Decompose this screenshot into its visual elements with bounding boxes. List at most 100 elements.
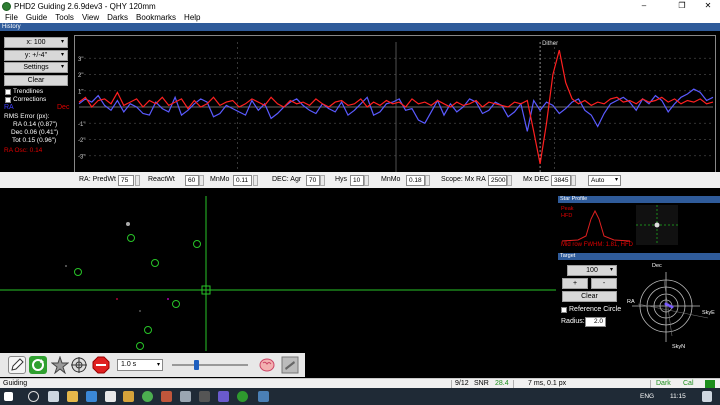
star-circle xyxy=(172,300,180,308)
settings-dropdown[interactable]: Settings ▾ xyxy=(4,62,68,73)
app-icon[interactable] xyxy=(161,391,172,402)
menu-bookmarks[interactable]: Bookmarks xyxy=(136,12,176,23)
window-title: PHD2 Guiding 2.6.9dev3 - QHY 120mm xyxy=(14,1,156,11)
x-scale-dropdown[interactable]: x: 100 ▾ xyxy=(4,37,68,48)
phd2-taskbar-icon[interactable] xyxy=(237,391,248,402)
menu-view[interactable]: View xyxy=(82,12,99,23)
dec-hys-spinner[interactable] xyxy=(364,175,369,186)
language-indicator[interactable]: ENG xyxy=(640,391,654,402)
trendlines-checkbox[interactable] xyxy=(5,89,11,95)
dec-hys-label: Hys xyxy=(335,176,348,183)
dec-minmo-input[interactable]: 0.18 xyxy=(406,175,425,186)
star-field xyxy=(0,196,556,351)
guide-camera-view[interactable] xyxy=(0,196,556,351)
ra-reactwt-input[interactable]: 60 xyxy=(185,175,199,186)
brain-button[interactable] xyxy=(258,356,276,374)
scope-maxra-spinner[interactable] xyxy=(507,175,512,186)
task-view-icon[interactable] xyxy=(48,391,59,402)
camera-gear-button[interactable] xyxy=(8,356,26,374)
app-icon[interactable] xyxy=(199,391,210,402)
file-explorer-icon[interactable] xyxy=(67,391,78,402)
menu-bar: File Guide Tools View Darks Bookmarks He… xyxy=(0,12,720,23)
stop-button[interactable] xyxy=(92,356,110,374)
chrome-icon[interactable] xyxy=(142,391,153,402)
target-plot xyxy=(632,272,709,342)
ra-predwt-spinner[interactable] xyxy=(135,175,140,186)
star-dot xyxy=(167,298,169,300)
folder-icon[interactable] xyxy=(123,391,134,402)
target-panel: 100 ▾ + - Clear Reference Circle Radius: … xyxy=(558,260,720,353)
store-icon[interactable] xyxy=(105,391,116,402)
settings-label: Settings xyxy=(23,64,49,71)
app-icon[interactable] xyxy=(258,391,269,402)
title-bar: PHD2 Guiding 2.6.9dev3 - QHY 120mm – ❐ ✕ xyxy=(0,0,720,12)
rms-tot: Tot 0.15 (0.96") xyxy=(12,137,57,144)
history-graph[interactable]: 3" 2" 1" -1" -2" -3" Dither xyxy=(74,35,716,177)
status-separator xyxy=(451,380,452,388)
maximize-button[interactable]: ❐ xyxy=(671,0,693,12)
slider-thumb[interactable] xyxy=(194,360,199,370)
ra-predwt-input[interactable]: 75 xyxy=(118,175,134,186)
menu-tools[interactable]: Tools xyxy=(55,12,74,23)
dec-agr-input[interactable]: 70 xyxy=(306,175,320,186)
menu-darks[interactable]: Darks xyxy=(107,12,128,23)
menu-guide[interactable]: Guide xyxy=(26,12,47,23)
menu-help[interactable]: Help xyxy=(184,12,200,23)
history-clear-button[interactable]: Clear xyxy=(4,75,68,86)
phd2-app-icon xyxy=(2,1,11,11)
clock[interactable]: 11:15 xyxy=(670,391,686,402)
scope-config-button[interactable] xyxy=(281,356,299,374)
scope-maxra-input[interactable]: 2500 xyxy=(488,175,507,186)
target-ra-axis-label: RA xyxy=(627,299,635,305)
star-circle xyxy=(127,234,135,242)
dec-agr-spinner[interactable] xyxy=(320,175,325,186)
star-dot xyxy=(65,265,67,267)
menu-file[interactable]: File xyxy=(5,12,18,23)
minimize-button[interactable]: – xyxy=(633,0,655,12)
target-dec-axis-label: Dec xyxy=(652,263,662,269)
dec-minmo-label: MnMo xyxy=(381,176,401,183)
scope-maxdec-label: Mx DEC xyxy=(523,176,550,183)
dec-legend: Dec xyxy=(57,104,70,111)
search-icon[interactable] xyxy=(28,391,39,402)
dither-label: Dither xyxy=(542,41,558,47)
dec-minmo-spinner[interactable] xyxy=(425,175,430,186)
edge-browser-icon[interactable] xyxy=(86,391,97,402)
ra-minmo-spinner[interactable] xyxy=(253,175,258,186)
status-separator xyxy=(513,380,514,388)
history-panel: x: 100 ▾ y: +/-4" ▾ Settings ▾ Clear Trendl… xyxy=(0,31,720,188)
guide-button[interactable] xyxy=(70,356,88,374)
ra-minmo-input[interactable]: 0.11 xyxy=(233,175,252,186)
target-title: Target xyxy=(558,253,720,260)
ra-predwt-label: RA: PredWt xyxy=(79,176,116,183)
windows-start-icon[interactable] xyxy=(4,392,13,401)
exposure-duration-select[interactable]: 1.0 s ▾ xyxy=(117,359,163,371)
rms-ra: RA 0.14 (0.87") xyxy=(13,121,58,128)
rms-title: RMS Error (px): xyxy=(4,113,50,120)
ra-reactwt-spinner[interactable] xyxy=(199,175,204,186)
auto-select-star-button[interactable] xyxy=(50,355,70,375)
dec-mode-select[interactable]: Auto ▾ xyxy=(588,175,621,186)
star-dot xyxy=(139,310,141,312)
notification-icon[interactable] xyxy=(702,391,712,402)
ra-legend: RA xyxy=(4,104,14,111)
app-icon[interactable] xyxy=(218,391,229,402)
y-scale-value: y: +/-4" xyxy=(24,52,48,59)
y-scale-dropdown[interactable]: y: +/-4" ▾ xyxy=(4,50,68,61)
target-crosshair-icon xyxy=(71,357,87,373)
trendlines-label: Trendlines xyxy=(13,88,44,95)
star-circle xyxy=(74,268,82,276)
star-profile-title: Star Profile xyxy=(558,196,720,203)
y-tick-label: -2" xyxy=(78,138,85,144)
dec-hys-input[interactable]: 10 xyxy=(350,175,364,186)
gamma-slider[interactable] xyxy=(172,360,248,370)
corrections-label: Corrections xyxy=(13,96,47,103)
corrections-checkbox[interactable] xyxy=(5,97,11,103)
x-scale-value: x: 100 xyxy=(26,39,46,46)
close-button[interactable]: ✕ xyxy=(697,0,719,12)
scope-maxdec-spinner[interactable] xyxy=(571,175,576,186)
y-tick-label: 1" xyxy=(78,89,83,95)
loop-button[interactable] xyxy=(29,356,47,374)
app-icon[interactable] xyxy=(180,391,191,402)
scope-maxdec-input[interactable]: 3845 xyxy=(551,175,571,186)
